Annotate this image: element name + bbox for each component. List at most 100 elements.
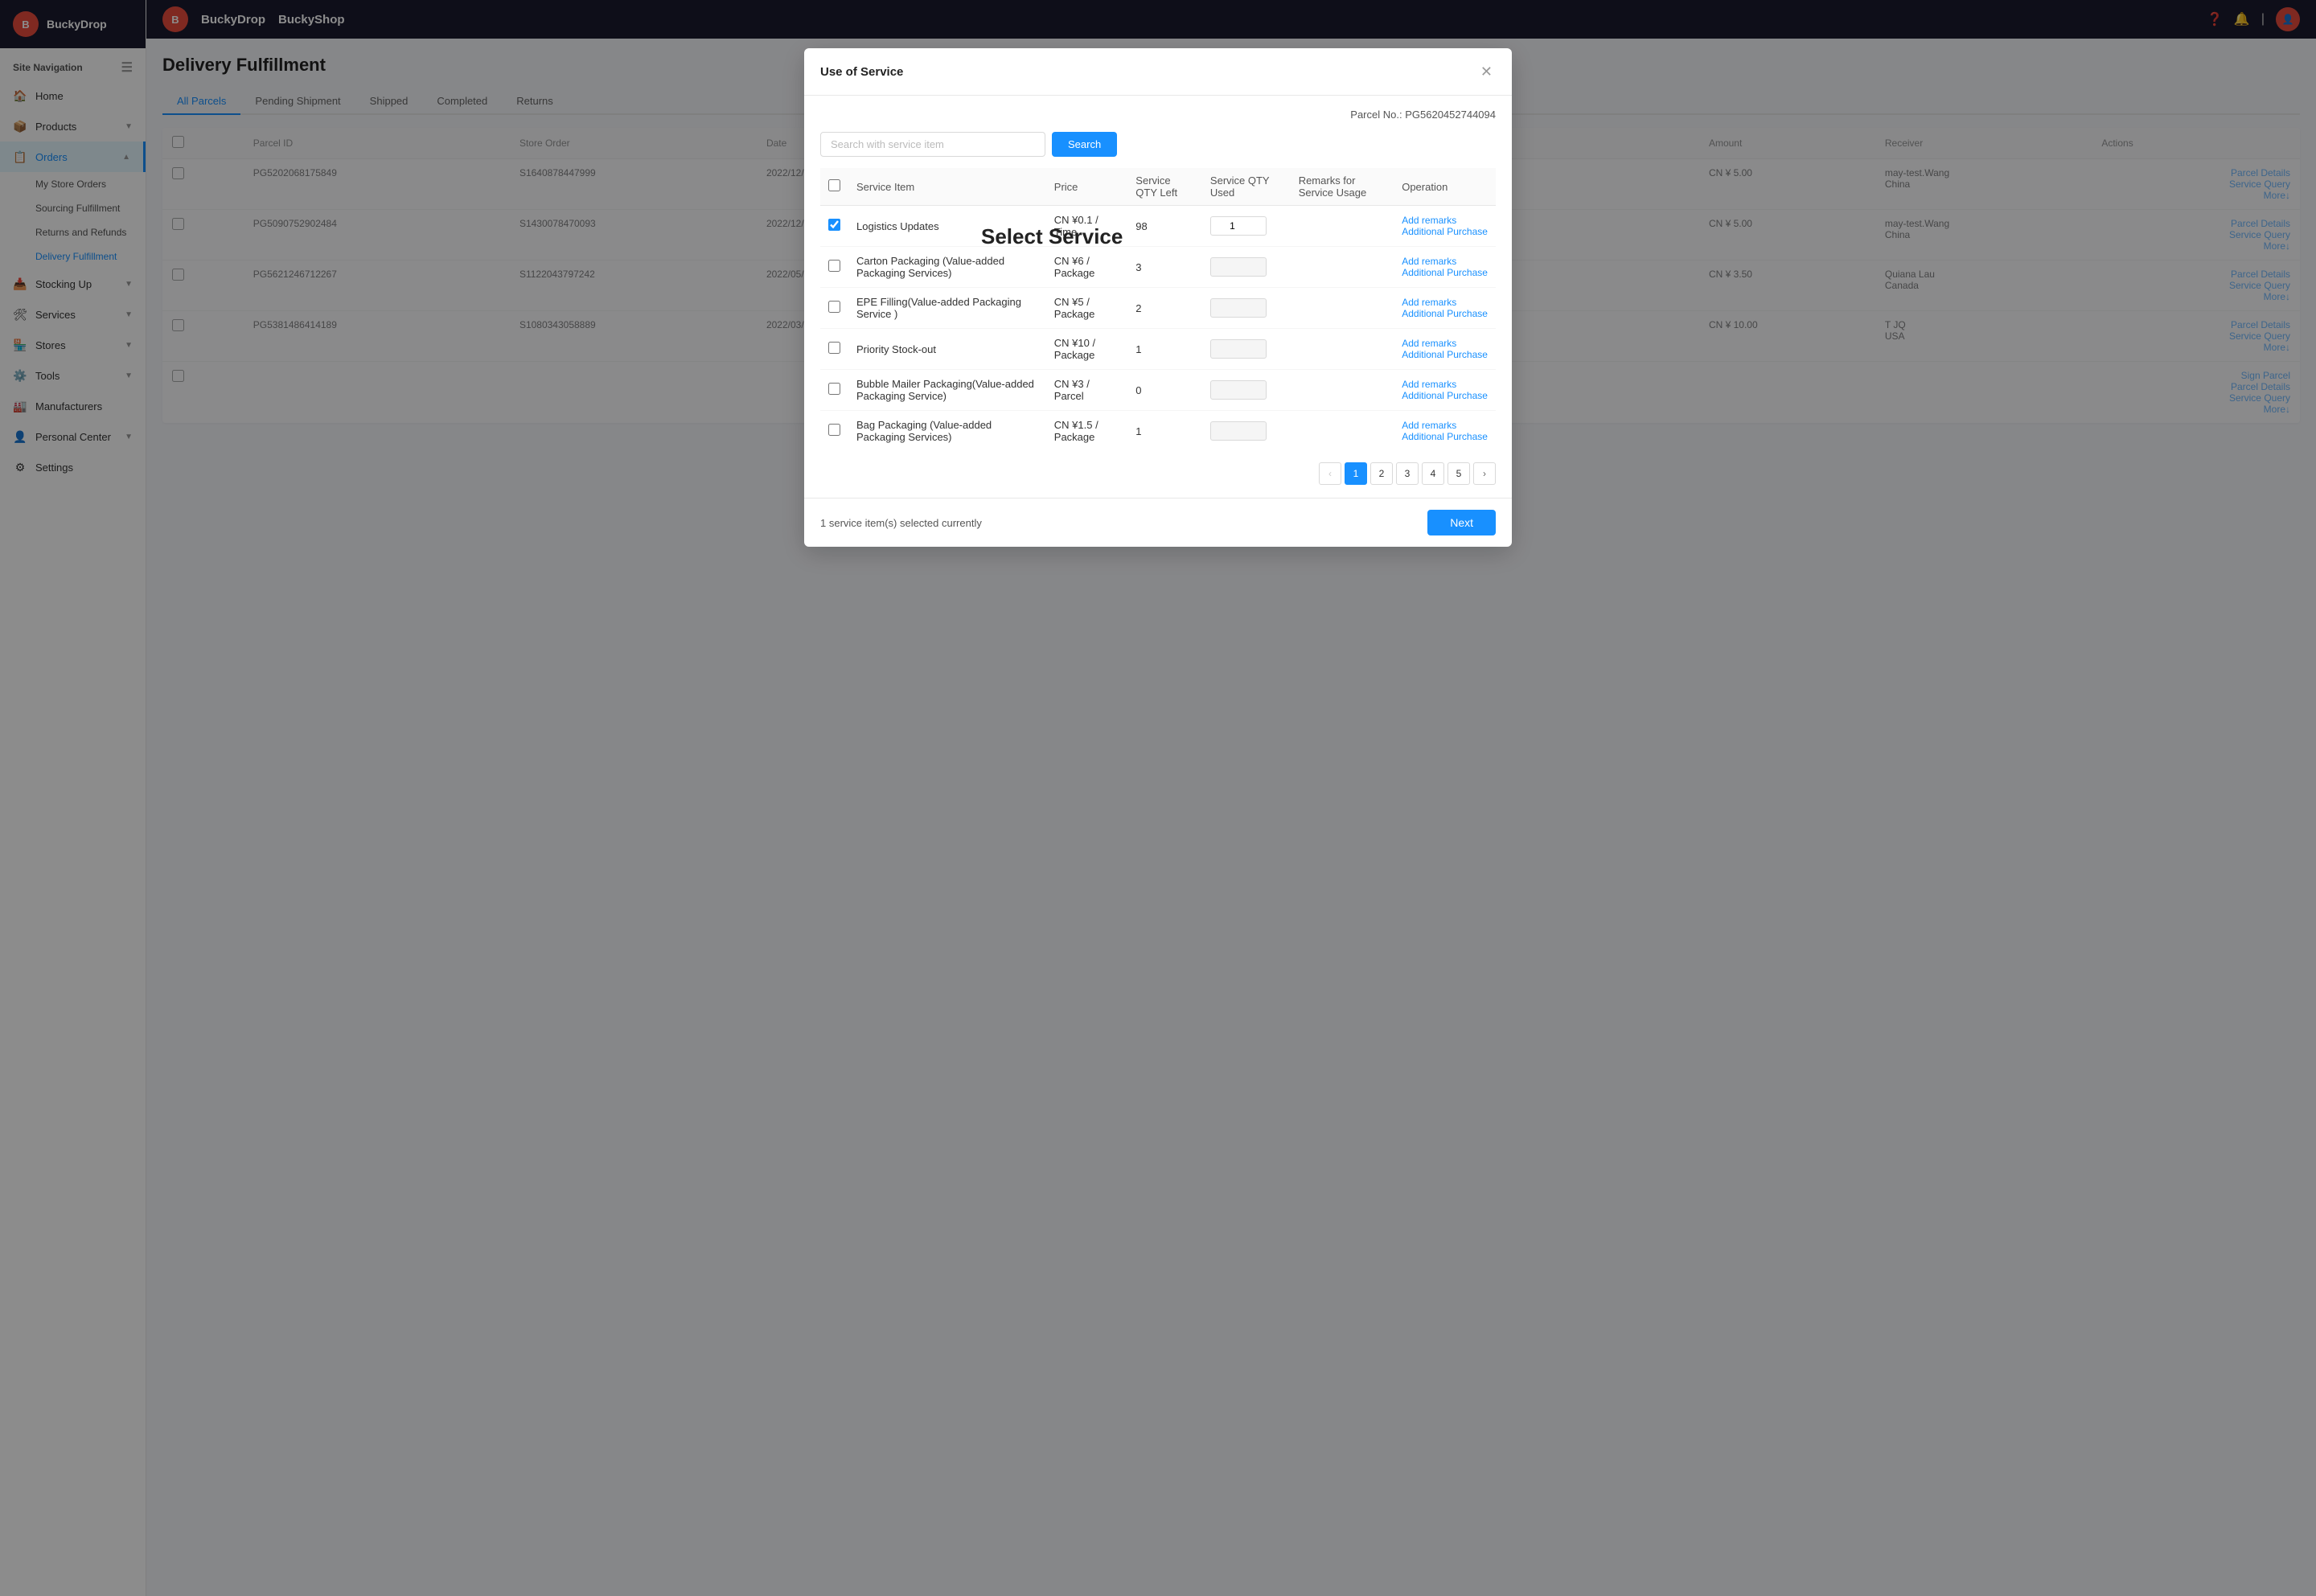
service-remarks-0: [1291, 206, 1394, 247]
pagination: ‹ 1 2 3 4 5 ›: [820, 462, 1496, 485]
service-remarks-3: [1291, 329, 1394, 370]
col-service-item: Service Item: [848, 168, 1046, 206]
search-row: Search: [820, 132, 1496, 157]
add-remarks-link-1[interactable]: Add remarks: [1402, 256, 1488, 267]
page-1-button[interactable]: 1: [1345, 462, 1367, 485]
service-row: EPE Filling(Value-added Packaging Servic…: [820, 288, 1496, 329]
service-qty-used-3: [1202, 329, 1291, 370]
additional-purchase-link-0[interactable]: Additional Purchase: [1402, 226, 1488, 237]
additional-purchase-link-1[interactable]: Additional Purchase: [1402, 267, 1488, 278]
service-qty-left-3: 1: [1127, 329, 1202, 370]
service-table: Service Item Price Service QTY Left Serv…: [820, 168, 1496, 451]
service-name-0: Logistics Updates: [848, 206, 1046, 247]
modal-body: Parcel No.: PG5620452744094 Search Se: [804, 96, 1512, 498]
modal-title: Use of Service: [820, 65, 903, 79]
service-qty-input-1: [1210, 257, 1267, 277]
add-remarks-link-3[interactable]: Add remarks: [1402, 338, 1488, 349]
add-remarks-link-4[interactable]: Add remarks: [1402, 379, 1488, 390]
service-operation-4: Add remarks Additional Purchase: [1394, 370, 1496, 411]
service-table-header: Service Item Price Service QTY Left Serv…: [820, 168, 1496, 206]
use-of-service-modal: Use of Service ✕ Parcel No.: PG562045274…: [804, 48, 1512, 547]
service-price-5: CN ¥1.5 / Package: [1046, 411, 1128, 452]
service-operation-1: Add remarks Additional Purchase: [1394, 247, 1496, 288]
additional-purchase-link-3[interactable]: Additional Purchase: [1402, 349, 1488, 360]
additional-purchase-link-5[interactable]: Additional Purchase: [1402, 431, 1488, 442]
service-row: Priority Stock-out CN ¥10 / Package 1 Ad…: [820, 329, 1496, 370]
service-price-3: CN ¥10 / Package: [1046, 329, 1128, 370]
service-checkbox-cell-5: [820, 411, 848, 452]
service-price-4: CN ¥3 / Parcel: [1046, 370, 1128, 411]
service-price-1: CN ¥6 / Package: [1046, 247, 1128, 288]
additional-purchase-link-2[interactable]: Additional Purchase: [1402, 308, 1488, 319]
service-table-wrapper: Service Item Price Service QTY Left Serv…: [820, 168, 1496, 451]
service-operation-0: Add remarks Additional Purchase: [1394, 206, 1496, 247]
service-row: Logistics Updates CN ¥0.1 / Time 98 Add …: [820, 206, 1496, 247]
service-checkbox-4[interactable]: [828, 383, 840, 395]
col-service-qty-left: Service QTY Left: [1127, 168, 1202, 206]
service-checkbox-cell-2: [820, 288, 848, 329]
service-operation-3: Add remarks Additional Purchase: [1394, 329, 1496, 370]
add-remarks-link-2[interactable]: Add remarks: [1402, 297, 1488, 308]
service-checkbox-cell-0: [820, 206, 848, 247]
service-qty-input-0[interactable]: [1210, 216, 1267, 236]
service-qty-used-4: [1202, 370, 1291, 411]
pagination-prev[interactable]: ‹: [1319, 462, 1341, 485]
service-row: Carton Packaging (Value-added Packaging …: [820, 247, 1496, 288]
service-remarks-1: [1291, 247, 1394, 288]
selected-count: 1 service item(s) selected currently: [820, 517, 982, 529]
service-table-body: Logistics Updates CN ¥0.1 / Time 98 Add …: [820, 206, 1496, 452]
page-5-button[interactable]: 5: [1448, 462, 1470, 485]
next-button[interactable]: Next: [1427, 510, 1496, 535]
service-name-4: Bubble Mailer Packaging(Value-added Pack…: [848, 370, 1046, 411]
service-qty-input-4: [1210, 380, 1267, 400]
additional-purchase-link-4[interactable]: Additional Purchase: [1402, 390, 1488, 401]
service-qty-left-1: 3: [1127, 247, 1202, 288]
col-check: [820, 168, 848, 206]
search-button[interactable]: Search: [1052, 132, 1117, 157]
service-checkbox-cell-4: [820, 370, 848, 411]
col-service-qty-used: Service QTY Used: [1202, 168, 1291, 206]
parcel-number: Parcel No.: PG5620452744094: [820, 109, 1496, 121]
col-remarks: Remarks for Service Usage: [1291, 168, 1394, 206]
modal-close-button[interactable]: ✕: [1477, 61, 1496, 82]
service-name-1: Carton Packaging (Value-added Packaging …: [848, 247, 1046, 288]
service-name-3: Priority Stock-out: [848, 329, 1046, 370]
modal-header: Use of Service ✕: [804, 48, 1512, 96]
service-qty-used-5: [1202, 411, 1291, 452]
service-checkbox-2[interactable]: [828, 301, 840, 313]
service-checkbox-1[interactable]: [828, 260, 840, 272]
service-price-0: CN ¥0.1 / Time: [1046, 206, 1128, 247]
service-remarks-4: [1291, 370, 1394, 411]
service-remarks-2: [1291, 288, 1394, 329]
service-checkbox-5[interactable]: [828, 424, 840, 436]
service-checkbox-cell-1: [820, 247, 848, 288]
service-row: Bubble Mailer Packaging(Value-added Pack…: [820, 370, 1496, 411]
service-name-2: EPE Filling(Value-added Packaging Servic…: [848, 288, 1046, 329]
pagination-next[interactable]: ›: [1473, 462, 1496, 485]
service-qty-input-5: [1210, 421, 1267, 441]
col-price: Price: [1046, 168, 1128, 206]
modal-overlay[interactable]: Use of Service ✕ Parcel No.: PG562045274…: [0, 0, 2316, 1596]
service-qty-left-5: 1: [1127, 411, 1202, 452]
page-3-button[interactable]: 3: [1396, 462, 1419, 485]
service-qty-left-2: 2: [1127, 288, 1202, 329]
service-operation-5: Add remarks Additional Purchase: [1394, 411, 1496, 452]
page-4-button[interactable]: 4: [1422, 462, 1444, 485]
page-2-button[interactable]: 2: [1370, 462, 1393, 485]
service-qty-input-2: [1210, 298, 1267, 318]
service-select-all[interactable]: [828, 179, 840, 191]
add-remarks-link-5[interactable]: Add remarks: [1402, 420, 1488, 431]
service-qty-left-0: 98: [1127, 206, 1202, 247]
add-remarks-link-0[interactable]: Add remarks: [1402, 215, 1488, 226]
service-qty-used-2: [1202, 288, 1291, 329]
service-qty-left-4: 0: [1127, 370, 1202, 411]
service-checkbox-0[interactable]: [828, 219, 840, 231]
modal-footer: 1 service item(s) selected currently Nex…: [804, 498, 1512, 547]
service-qty-used-1: [1202, 247, 1291, 288]
service-name-5: Bag Packaging (Value-added Packaging Ser…: [848, 411, 1046, 452]
service-checkbox-cell-3: [820, 329, 848, 370]
service-checkbox-3[interactable]: [828, 342, 840, 354]
service-operation-2: Add remarks Additional Purchase: [1394, 288, 1496, 329]
search-input[interactable]: [820, 132, 1045, 157]
service-qty-input-3: [1210, 339, 1267, 359]
